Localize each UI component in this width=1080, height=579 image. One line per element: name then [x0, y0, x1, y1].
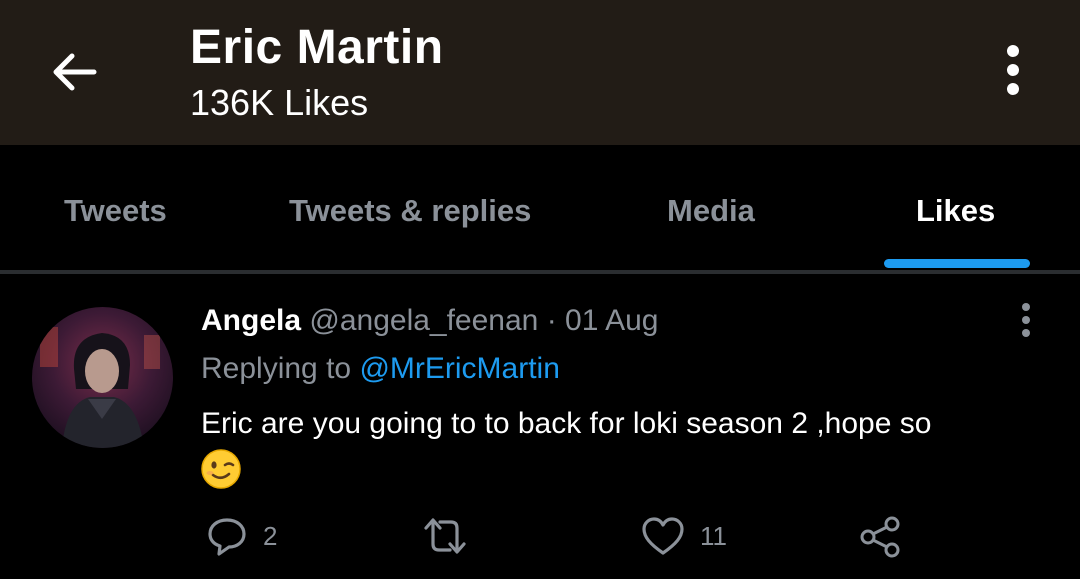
replying-prefix: Replying to — [201, 352, 352, 385]
winking-face-emoji — [200, 448, 242, 490]
more-vertical-icon — [1007, 45, 1019, 95]
tab-tweets[interactable]: Tweets — [64, 193, 167, 229]
reply-button[interactable]: 2 — [205, 514, 277, 558]
separator-dot: · — [546, 304, 557, 337]
avatar[interactable] — [32, 307, 173, 448]
profile-header: Eric Martin 136K Likes — [0, 0, 1080, 145]
author-name[interactable]: Angela — [201, 304, 301, 337]
heart-icon — [642, 517, 684, 555]
tweet[interactable]: Angela @angela_feenan · 01 Aug Replying … — [0, 274, 1080, 579]
share-icon — [860, 516, 900, 558]
like-count: 11 — [700, 520, 727, 551]
mention-link[interactable]: @MrEricMartin — [359, 352, 559, 385]
tab-tweets-replies[interactable]: Tweets & replies — [289, 193, 531, 229]
retweet-button[interactable] — [420, 514, 484, 558]
tweet-text: Eric are you going to to back for loki s… — [201, 407, 932, 440]
tweet-header: Angela @angela_feenan · 01 Aug — [201, 304, 658, 338]
reply-count: 2 — [263, 520, 278, 551]
tweet-more-button[interactable] — [1010, 300, 1042, 340]
likes-count: 136K Likes — [190, 82, 369, 123]
author-handle[interactable]: @angela_feenan — [309, 304, 538, 337]
back-button[interactable] — [44, 42, 104, 102]
arrow-left-icon — [53, 53, 97, 91]
share-button[interactable] — [858, 514, 904, 560]
replying-to: Replying to @MrEricMartin — [201, 352, 560, 386]
like-button[interactable]: 11 — [640, 514, 727, 558]
tab-likes[interactable]: Likes — [916, 193, 995, 229]
tab-media[interactable]: Media — [667, 193, 755, 229]
tweet-date: 01 Aug — [565, 304, 659, 337]
reply-icon — [208, 518, 246, 556]
more-vertical-icon — [1022, 303, 1030, 337]
profile-name: Eric Martin — [190, 21, 444, 74]
more-options-button[interactable] — [985, 40, 1041, 100]
retweet-icon — [424, 518, 466, 554]
profile-tabs: Tweets Tweets & replies Media Likes — [0, 145, 1080, 270]
active-tab-indicator — [884, 259, 1030, 268]
